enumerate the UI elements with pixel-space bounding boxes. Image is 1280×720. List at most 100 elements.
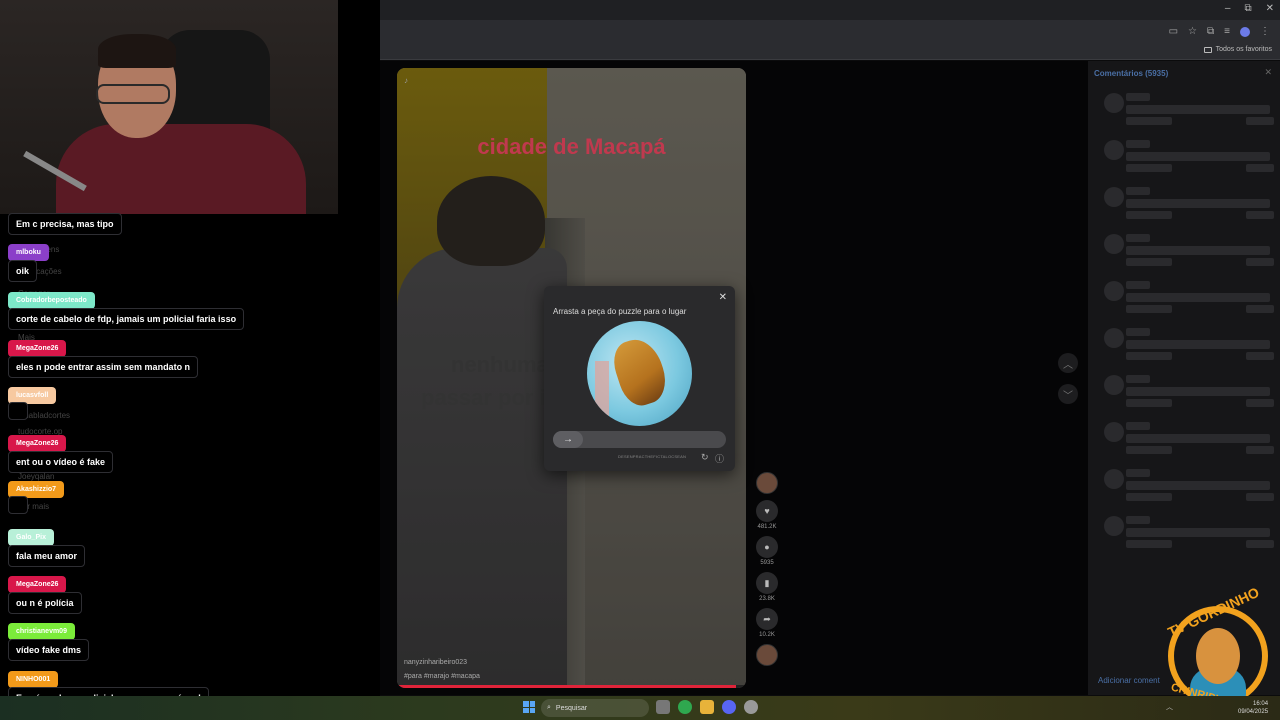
window-titlebar: – ⧉ ✕ [380, 0, 1280, 20]
video-username[interactable]: nanyzinharibeiro023 [404, 659, 467, 666]
comment-line-placeholder [1126, 152, 1270, 161]
comment-line-placeholder [1246, 211, 1274, 219]
comment-line-placeholder [1126, 422, 1150, 430]
chat-message: Akashizzio7 [8, 478, 65, 519]
comment-avatar-placeholder [1104, 469, 1124, 489]
previous-video-button[interactable]: ︿ [1058, 353, 1078, 373]
video-progress-bar[interactable] [397, 685, 746, 688]
comment-line-placeholder [1126, 305, 1172, 313]
share-icon[interactable]: ➦ [756, 608, 778, 630]
streamer-body [56, 124, 306, 214]
chat-message: lucasvfoll [8, 384, 57, 425]
windows-start-icon[interactable] [523, 701, 535, 713]
comment-line-placeholder [1126, 434, 1270, 443]
comment-line-placeholder [1126, 140, 1150, 148]
comment-skeleton-row [1094, 469, 1274, 509]
cast-icon[interactable]: ▭ [1169, 26, 1178, 37]
video-caption-middle: nenhuma passar por i [421, 348, 549, 414]
close-icon[interactable]: ✕ [1264, 67, 1272, 78]
comment-line-placeholder [1126, 493, 1172, 501]
refresh-icon[interactable]: ↻ [701, 452, 709, 463]
comment-avatar-placeholder [1104, 328, 1124, 348]
bookmark-icon[interactable]: ▮ [756, 572, 778, 594]
comment-count: 5935 [760, 560, 774, 566]
comment-line-placeholder [1126, 469, 1150, 477]
star-icon[interactable]: ☆ [1188, 26, 1197, 37]
comment-skeleton-row [1094, 140, 1274, 180]
add-comment-input[interactable]: Adicionar coment [1098, 676, 1160, 685]
settings-icon[interactable] [744, 700, 758, 714]
restore-button[interactable]: ⧉ [1244, 3, 1251, 14]
comment-avatar-placeholder [1104, 93, 1124, 113]
comment-skeleton-row [1094, 93, 1274, 133]
clock-time: 16:04 [1253, 701, 1269, 707]
comment-line-placeholder [1126, 211, 1172, 219]
captcha-slider-handle[interactable]: → [553, 431, 583, 448]
chat-message: Cobradorbeposteado corte de cabelo de fdp… [8, 289, 245, 330]
comment-line-placeholder [1126, 293, 1270, 302]
comment-line-placeholder [1126, 481, 1270, 490]
clock-date: 09/04/2025 [1238, 709, 1269, 715]
tab-search-icon[interactable]: ≡ [1224, 26, 1230, 37]
comment-line-placeholder [1126, 387, 1270, 396]
comment-line-placeholder [1246, 540, 1274, 548]
chat-message-text: eles n pode entrar assim sem mandato n [8, 356, 199, 378]
streamer-glasses [96, 84, 170, 104]
save-count: 23.8K [759, 596, 775, 602]
comment-line-placeholder [1246, 352, 1274, 360]
share-count: 10.2K [759, 632, 775, 638]
tiktok-icon: ♪ [404, 76, 408, 85]
chat-message-text: oik [8, 260, 38, 282]
close-icon[interactable]: ✕ [719, 292, 727, 303]
info-icon[interactable]: ⓘ [715, 452, 724, 465]
search-icon: ⌕ [547, 704, 551, 711]
comment-line-placeholder [1126, 516, 1150, 524]
comment-line-placeholder [1246, 305, 1274, 313]
close-window-button[interactable]: ✕ [1266, 3, 1274, 14]
video-hashtags[interactable]: #para #marajo #macapa [404, 673, 480, 680]
heart-icon[interactable]: ♥ [756, 500, 778, 522]
chat-message: MegaZone26 ou n é polícia [8, 573, 82, 614]
chevron-up-icon[interactable]: ︿ [1166, 702, 1173, 712]
task-view-icon[interactable] [656, 700, 670, 714]
chat-message-text: Em c precisa, mas tipo [8, 213, 122, 235]
streamer-hair [98, 34, 176, 68]
file-explorer-icon[interactable] [700, 700, 714, 714]
comment-line-placeholder [1246, 117, 1274, 125]
taskbar-search[interactable]: ⌕ Pesquisar [541, 699, 649, 717]
minimize-button[interactable]: – [1225, 3, 1231, 14]
folder-icon [1203, 46, 1212, 53]
comment-line-placeholder [1126, 528, 1270, 537]
bookmarks-label: Todos os favoritos [1215, 46, 1272, 53]
comment-line-placeholder [1246, 493, 1274, 501]
comment-line-placeholder [1126, 246, 1270, 255]
comment-line-placeholder [1126, 352, 1172, 360]
music-disc-icon[interactable] [756, 644, 778, 666]
chrome-icon[interactable] [678, 700, 692, 714]
comment-line-placeholder [1126, 399, 1172, 407]
comment-line-placeholder [1126, 234, 1150, 242]
creator-avatar[interactable] [756, 472, 778, 494]
chat-message: mlboku oik [8, 241, 49, 282]
next-video-button[interactable]: ﹀ [1058, 384, 1078, 404]
comment-icon[interactable]: ● [756, 536, 778, 558]
chat-message-text: corte de cabelo de fdp, jamais um polici… [8, 308, 245, 330]
profile-avatar[interactable] [1240, 26, 1250, 37]
menu-icon[interactable]: ⋮ [1260, 26, 1270, 37]
like-count: 481.2K [757, 524, 777, 530]
taskbar-clock[interactable]: 16:04 09/04/2025 [1238, 700, 1268, 716]
caption-line-2: passar por i [421, 385, 546, 410]
extensions-icon[interactable]: ⧉ [1207, 26, 1214, 37]
captcha-slider-track[interactable]: → [553, 431, 726, 448]
captcha-puzzle-image [587, 321, 692, 426]
comments-title: Comentários (5935) [1094, 69, 1169, 78]
video-progress-fill [397, 685, 736, 688]
all-bookmarks[interactable]: Todos os favoritos [1203, 46, 1272, 53]
webcam-feed [0, 0, 338, 214]
comment-line-placeholder [1126, 375, 1150, 383]
comment-line-placeholder [1126, 446, 1172, 454]
discord-icon[interactable] [722, 700, 736, 714]
chat-message: christianevm09 vídeo fake dms [8, 620, 90, 661]
chat-username: NINHO001 [8, 671, 59, 688]
comment-line-placeholder [1246, 446, 1274, 454]
